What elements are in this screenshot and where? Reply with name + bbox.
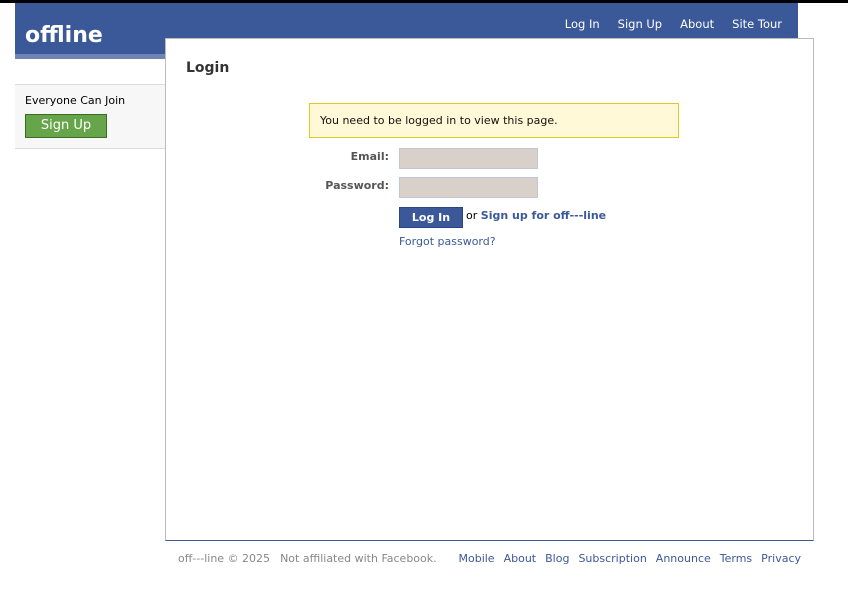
sidebar-text: Everyone Can Join xyxy=(25,94,126,107)
nav-site-tour[interactable]: Site Tour xyxy=(732,17,782,31)
nav-about[interactable]: About xyxy=(680,17,714,31)
copyright: off---line © 2025 xyxy=(178,552,271,565)
footer-links: Mobile About Blog Subscription Announce … xyxy=(458,552,801,565)
header-stripe xyxy=(15,54,165,59)
login-panel: Login You need to be logged in to view t… xyxy=(165,38,814,541)
footer-link-privacy[interactable]: Privacy xyxy=(761,552,801,565)
footer-link-about[interactable]: About xyxy=(504,552,537,565)
signup-prompt: or Sign up for off---line xyxy=(466,209,606,222)
top-nav: Log In Sign Up About Site Tour xyxy=(565,17,782,31)
signup-link[interactable]: Sign up for off---line xyxy=(481,209,606,222)
logo[interactable]: offline xyxy=(25,23,103,48)
footer-info: off---line © 2025 Not affiliated with Fac… xyxy=(178,552,447,565)
password-label: Password: xyxy=(325,179,389,192)
login-required-message: You need to be logged in to view this pa… xyxy=(309,103,679,138)
sidebar-signup-button[interactable]: Sign Up xyxy=(25,114,107,138)
password-field[interactable] xyxy=(399,177,538,198)
nav-log-in[interactable]: Log In xyxy=(565,17,600,31)
footer-link-subscription[interactable]: Subscription xyxy=(578,552,646,565)
footer-link-terms[interactable]: Terms xyxy=(720,552,752,565)
log-in-button[interactable]: Log In xyxy=(399,207,463,228)
forgot-password-link[interactable]: Forgot password? xyxy=(399,235,496,248)
disclaimer: Not affiliated with Facebook. xyxy=(280,552,437,565)
email-label: Email: xyxy=(350,150,389,163)
email-field[interactable] xyxy=(399,148,538,169)
page-title: Login xyxy=(186,60,230,76)
footer-link-blog[interactable]: Blog xyxy=(545,552,569,565)
footer-link-announce[interactable]: Announce xyxy=(656,552,711,565)
or-text: or xyxy=(466,209,478,222)
nav-sign-up[interactable]: Sign Up xyxy=(618,17,662,31)
footer-link-mobile[interactable]: Mobile xyxy=(458,552,494,565)
sidebar-signup-box: Everyone Can Join Sign Up xyxy=(15,84,165,149)
